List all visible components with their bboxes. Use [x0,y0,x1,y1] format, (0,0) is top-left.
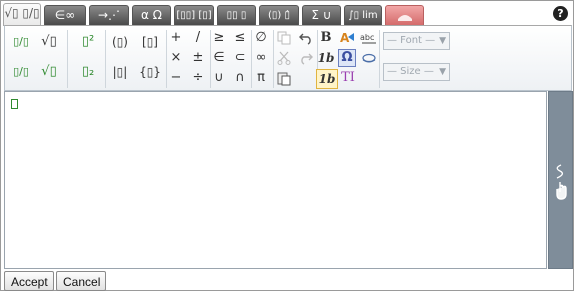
tab-greek[interactable]: α Ω [132,5,171,25]
text-mode-button[interactable]: TI [337,68,359,88]
fraction-button[interactable]: ▯/▯ [10,32,32,52]
input-placeholder-box[interactable] [11,99,18,109]
math-editor: √▯ ▯/▯ ∈∞ →⋰ α Ω [▯▯] [▯] ▯▯ ▯ (▯) ▯̂ Σ … [0,0,574,291]
handwriting-hand-icon [556,164,567,200]
font-select-value: — Font — [387,35,436,46]
accept-button[interactable]: Accept [4,271,54,291]
text-direction-icon[interactable]: abc [358,28,380,48]
divide-button[interactable]: ÷ [187,68,209,88]
nth-root-button[interactable]: √▯ [38,62,60,82]
minus-button[interactable]: − [165,68,187,88]
tab-sets[interactable]: ∈∞ [44,5,86,25]
hand-icon [397,15,412,21]
tab-subsup[interactable]: ▯▯ ▯ [217,5,256,25]
divide-slash-button[interactable]: / [187,28,209,48]
tab-fractions[interactable]: √▯ ▯/▯ [3,3,41,26]
help-icon[interactable]: ? [553,6,568,21]
svg-text:A: A [340,31,350,45]
braces-button[interactable]: {▯} [139,62,161,82]
tab-handwriting[interactable] [385,5,424,25]
plus-button[interactable]: + [165,28,187,48]
text-color-icon[interactable]: A [336,28,358,48]
pi-button[interactable]: π [250,68,272,88]
empty-set-button[interactable]: ∅ [250,28,272,48]
redo-icon[interactable] [295,48,317,68]
paste-icon[interactable] [273,68,295,88]
superscript-button[interactable]: ▯² [77,32,99,52]
undo-icon[interactable] [295,28,317,48]
absolute-value-button[interactable]: |▯| [109,62,131,82]
link-icon[interactable] [358,48,380,68]
times-button[interactable]: × [165,48,187,68]
tab-matrices[interactable]: [▯▯] [▯] [174,5,214,25]
greater-equal-button[interactable]: ≥ [208,28,230,48]
tab-sums[interactable]: Σ ∪ [302,5,341,25]
symbol-toolbar: ▯/▯ √▯ ▯/▯ √▯ ▯² ▯₂ (▯) [▯] |▯| {▯} + / … [4,25,572,91]
italic-active-button[interactable]: 1b [316,69,338,89]
slash-fraction-button[interactable]: ▯/▯ [10,62,32,82]
union-button[interactable]: ∪ [208,68,230,88]
element-of-button[interactable]: ∈ [208,48,230,68]
subscript-button[interactable]: ▯₂ [77,62,99,82]
plus-minus-button[interactable]: ± [187,48,209,68]
cut-icon[interactable] [273,48,295,68]
parentheses-button[interactable]: (▯) [109,32,131,52]
tab-strip: √▯ ▯/▯ ∈∞ →⋰ α Ω [▯▯] [▯] ▯▯ ▯ (▯) ▯̂ Σ … [2,3,572,26]
less-equal-button[interactable]: ≤ [229,28,251,48]
tab-accents[interactable]: (▯) ▯̂ [259,5,299,25]
tab-calculus[interactable]: ∫▯ lim [344,5,382,25]
handwriting-panel-toggle[interactable] [548,91,573,269]
size-select[interactable]: — Size — ▼ [383,63,450,81]
formula-edit-area[interactable] [4,91,547,269]
font-select[interactable]: — Font — ▼ [383,32,450,50]
text-mode-label: T [341,70,350,85]
special-char-button[interactable]: Ω [338,49,356,67]
intersection-button[interactable]: ∩ [229,68,251,88]
bold-button[interactable]: B [315,28,337,48]
square-brackets-button[interactable]: [▯] [139,32,161,52]
italic-button[interactable]: 1b [315,48,337,68]
svg-text:abc: abc [360,33,374,42]
infinity-button[interactable]: ∞ [250,48,272,68]
sqrt-button[interactable]: √▯ [38,32,60,52]
subset-button[interactable]: ⊂ [229,48,251,68]
size-select-value: — Size — [387,66,434,77]
chevron-down-icon: ▼ [439,36,446,46]
cancel-button[interactable]: Cancel [56,271,106,291]
chevron-down-icon: ▼ [439,67,446,77]
copy-icon[interactable] [273,28,295,48]
tab-arrows[interactable]: →⋰ [89,5,129,25]
